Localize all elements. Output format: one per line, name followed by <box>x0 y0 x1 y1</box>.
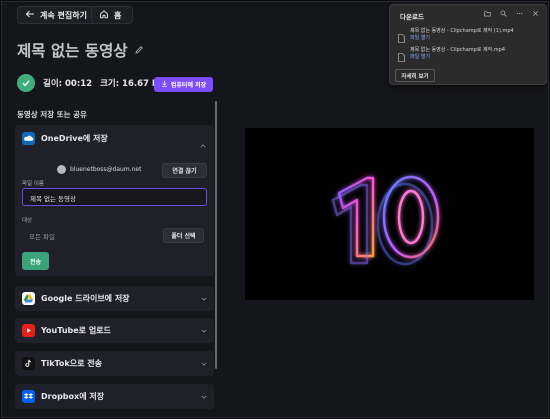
home-icon <box>99 9 109 21</box>
open-file-link[interactable]: 파일 열기 <box>410 54 505 61</box>
back-label: 계속 편집하기 <box>40 10 87 20</box>
download-item[interactable]: 제목 없는 동영상 - Clipchamp로 제작 (1).mp4 파일 열기 <box>398 28 514 47</box>
youtube-card[interactable]: YouTube로 업로드 <box>15 318 214 343</box>
dropbox-card[interactable]: Dropbox에 저장 <box>15 384 214 409</box>
chevron-down-icon <box>201 297 207 301</box>
service-label-dropbox: Dropbox에 저장 <box>41 392 105 401</box>
send-button[interactable]: 전송 <box>22 252 49 270</box>
home-label: 홈 <box>114 10 122 20</box>
google-drive-card[interactable]: Google 드라이브에 저장 <box>15 286 214 311</box>
service-label-youtube: YouTube로 업로드 <box>41 326 111 335</box>
google-drive-icon <box>22 292 35 305</box>
video-preview[interactable] <box>245 128 534 300</box>
destination-value: 모든 파일 <box>29 233 55 241</box>
dropbox-icon <box>22 390 35 403</box>
avatar <box>57 165 66 174</box>
tiktok-card[interactable]: TikTok으로 전송 <box>15 351 214 376</box>
share-section-label: 동영상 저장 또는 공유 <box>17 110 87 119</box>
video-info-row: 길이: 00:12 크기: 16.67 MB <box>17 74 167 92</box>
arrow-left-icon <box>25 9 35 21</box>
service-label-google-drive: Google 드라이브에 저장 <box>41 294 130 303</box>
more-options-icon[interactable] <box>516 10 523 17</box>
onedrive-panel: OneDrive에 저장 bluenetboss@daum.net 연결 끊기 … <box>15 125 214 276</box>
see-more-button[interactable]: 자세히 보기 <box>395 69 435 82</box>
home-button[interactable]: 홈 <box>91 6 133 24</box>
downloads-toolbar <box>484 10 539 17</box>
check-circle-icon <box>17 74 35 92</box>
video-length: 길이: 00:12 <box>43 79 93 89</box>
search-icon[interactable] <box>500 10 507 17</box>
download-filename: 제목 없는 동영상 - Clipchamp로 제작.mp4 <box>410 47 506 53</box>
downloads-popup: 다운로드 제목 없는 동영상 - Clipchamp로 제작 (1).mp4 파… <box>389 4 547 85</box>
chevron-down-icon <box>201 329 207 333</box>
panel-scrollbar[interactable] <box>215 101 217 369</box>
service-label-tiktok: TikTok으로 전송 <box>41 359 102 368</box>
file-icon <box>398 47 405 66</box>
filename-label: 파일 이름 <box>22 181 44 187</box>
download-filename: 제목 없는 동영상 - Clipchamp로 제작 (1).mp4 <box>410 28 514 34</box>
download-icon <box>161 80 168 89</box>
filename-input[interactable]: 제목 없는 동영상 <box>22 188 207 206</box>
clipchamp-export-window: 계속 편집하기 홈 제목 없는 동영상 길이: 00:12 크기: 16.67 … <box>1 1 549 418</box>
onedrive-header[interactable]: OneDrive에 저장 <box>22 132 108 145</box>
chevron-down-icon <box>201 395 207 399</box>
neon-10-thumbnail <box>331 175 440 266</box>
pencil-icon[interactable] <box>134 41 144 59</box>
video-title[interactable]: 제목 없는 동영상 <box>17 39 128 61</box>
file-icon <box>398 28 405 47</box>
folder-icon[interactable] <box>484 10 491 17</box>
open-file-link[interactable]: 파일 열기 <box>410 35 514 42</box>
chevron-down-icon <box>201 362 207 366</box>
video-title-row: 제목 없는 동영상 <box>17 39 144 61</box>
onedrive-icon <box>22 132 35 145</box>
youtube-icon <box>22 324 35 337</box>
onedrive-title: OneDrive에 저장 <box>41 134 108 143</box>
save-to-pc-label: 컴퓨터에 저장 <box>170 82 207 89</box>
chevron-up-icon[interactable] <box>200 134 206 153</box>
close-icon[interactable] <box>532 10 539 17</box>
save-to-pc-button[interactable]: 컴퓨터에 저장 <box>154 77 213 92</box>
downloads-title: 다운로드 <box>400 13 424 21</box>
destination-label: 대상 <box>22 218 33 224</box>
tiktok-icon <box>22 357 35 370</box>
account-row: bluenetboss@daum.net <box>57 165 141 174</box>
disconnect-button[interactable]: 연결 끊기 <box>162 163 207 178</box>
download-item[interactable]: 제목 없는 동영상 - Clipchamp로 제작.mp4 파일 열기 <box>398 47 505 66</box>
choose-folder-button[interactable]: 폴더 선택 <box>163 228 204 243</box>
account-email: bluenetboss@daum.net <box>70 166 142 173</box>
